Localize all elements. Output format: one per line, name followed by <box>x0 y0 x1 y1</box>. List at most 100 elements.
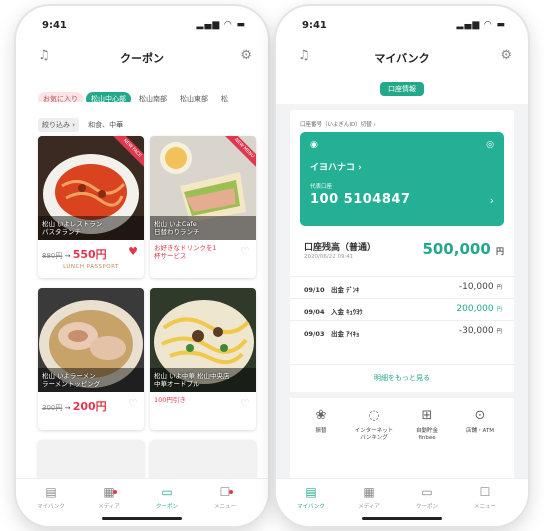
mybank-phone: 9:41 ▂▄▆ ◠ ▬ ♫ マイバンク ⚙ 口座情報 口座番号（いよぎんID）… <box>276 6 528 526</box>
transaction-row[interactable]: 09/10 出金 ﾃﾞﾝｷ -10,000 円 <box>290 276 514 298</box>
transaction-desc: 09/03 出金 ｱｲｷｮ <box>304 330 360 338</box>
coupon-card[interactable] <box>150 440 256 480</box>
atm-location-icon: ⊙ <box>474 408 486 423</box>
notification-dot <box>229 490 233 494</box>
page-title: マイバンク <box>374 52 430 65</box>
menu-icon: ☐ <box>219 485 231 499</box>
account-info-tab[interactable]: 口座情報 <box>380 82 424 96</box>
card-shop-name: 松山 いよCafe 日替わりランチ <box>154 220 200 236</box>
status-time: 9:41 <box>302 20 327 31</box>
tab-bar: ▤ マイバンク ▦ メディア ▭ クーポン ☐ メニュー <box>276 478 528 526</box>
coupon-card[interactable] <box>38 440 144 480</box>
heart-icon[interactable]: ♡ <box>240 397 250 410</box>
account-number: 100 5104847 <box>310 192 411 207</box>
transaction-row[interactable]: 09/04 入金 ｷｭｳﾖｳ 200,000 円 <box>290 298 514 320</box>
signal-icon: ▂▄▆ ◠ ▬ <box>456 20 506 30</box>
chevron-right-icon: › <box>489 194 494 207</box>
heart-icon[interactable]: ♡ <box>128 397 138 410</box>
tab-menu[interactable]: ☐ メニュー <box>460 485 510 510</box>
service-atm[interactable]: ⊙ 店舗・ATM <box>455 408 505 435</box>
tab-label: クーポン <box>415 504 438 510</box>
transaction-amount: -30,000 円 <box>458 326 502 336</box>
chip-matsuyama-south[interactable]: 松山南部 <box>134 92 172 102</box>
transaction-amount: 200,000 円 <box>456 304 502 314</box>
tab-label: マイバンク <box>297 504 325 510</box>
status-bar: 9:41 ▂▄▆ ◠ ▬ <box>302 20 506 34</box>
service-label: インターネット バンキング <box>354 428 394 441</box>
filter-value: 和食、中華 <box>88 121 124 129</box>
filter-label: 絞り込み <box>42 121 70 129</box>
account-panel: 口座番号（いよぎんID）切替 › ◉ ◎ イヨハナコ › 代表口座 100 51… <box>290 110 514 490</box>
filter-row: 絞り込み › 和食、中華 <box>38 112 123 132</box>
tab-label: クーポン <box>155 504 178 510</box>
internet-banking-icon: ◌ <box>368 408 380 423</box>
tab-label: メニュー <box>213 504 236 510</box>
chip-more[interactable]: 松 <box>216 92 233 102</box>
signal-icon: ▂▄▆ ◠ ▬ <box>196 20 246 30</box>
status-bar: 9:41 ▂▄▆ ◠ ▬ <box>42 20 246 34</box>
coupon-icon: ▭ <box>161 485 173 499</box>
transfer-icon: ❀ <box>315 408 327 423</box>
service-label: 店舗・ATM <box>466 428 494 434</box>
chip-matsuyama-east[interactable]: 松山東部 <box>175 92 213 102</box>
chip-matsuyama-central[interactable]: 松山中心部 <box>86 92 131 102</box>
account-holder-name: イヨハナコ › <box>310 163 362 173</box>
gear-icon[interactable]: ⚙ <box>500 48 512 63</box>
transaction-amount: -10,000 円 <box>458 282 502 292</box>
transaction-desc: 09/04 入金 ｷｭｳﾖｳ <box>304 308 363 316</box>
show-more-link[interactable]: 明細をもっと見る <box>290 364 514 383</box>
card-shop-name: 松山 いよ中華 松山中央店 中華オードブル <box>154 372 230 388</box>
menu-icon: ☐ <box>479 485 491 499</box>
bank-book-icon: ▤ <box>305 485 317 499</box>
card-promo: お好きなドリンクを1 杯サービス <box>154 244 217 260</box>
service-label: 振替 <box>315 428 327 434</box>
tab-mybank[interactable]: ▤ マイバンク <box>26 485 76 510</box>
tab-coupon[interactable]: ▭ クーポン <box>142 485 192 510</box>
service-internet-banking[interactable]: ◌ インターネット バンキング <box>349 408 399 442</box>
chevron-right-icon: › <box>72 121 76 129</box>
tab-bar: ▤ マイバンク ▦ メディア ▭ クーポン ☐ メニュー <box>16 478 268 526</box>
bank-account-card[interactable]: ◉ ◎ イヨハナコ › 代表口座 100 5104847 › <box>300 132 504 226</box>
heart-icon[interactable]: ♥ <box>128 245 138 258</box>
tab-label: メディア <box>98 504 120 510</box>
tab-label: メディア <box>358 504 380 510</box>
tab-media[interactable]: ▦ メディア <box>84 485 134 510</box>
tab-label: マイバンク <box>37 504 65 510</box>
bank-logo-icon: ◉ <box>310 140 318 150</box>
card-price: 300円 → 200円 <box>42 400 107 413</box>
coupon-card[interactable]: 松山 いよ中華 松山中央店 中華オードブル 100円引き ♡ <box>150 288 256 430</box>
card-price: 880円 → 550円 <box>42 248 107 261</box>
page-title: クーポン <box>120 52 164 65</box>
chip-favorites[interactable]: お気に入り <box>38 92 83 102</box>
tab-media[interactable]: ▦ メディア <box>344 485 394 510</box>
filter-button[interactable]: 絞り込み › <box>38 118 80 132</box>
coupon-card[interactable]: NEW FACE 松山 いよレストラン パスタランチ 880円 → 550円 ♥ … <box>38 136 144 278</box>
tab-coupon[interactable]: ▭ クーポン <box>402 485 452 510</box>
account-type: 代表口座 <box>310 184 333 190</box>
media-icon: ▦ <box>103 485 115 499</box>
home-indicator <box>362 517 442 520</box>
tab-menu[interactable]: ☐ メニュー <box>200 485 250 510</box>
balance-amount: 500,000 円 <box>422 240 504 258</box>
bank-book-icon: ▤ <box>45 485 57 499</box>
coupon-card[interactable]: NEW MENU 松山 いよCafe 日替わりランチ お好きなドリンクを1 杯サービ… <box>150 136 256 278</box>
services-row: ❀ 振替 ◌ インターネット バンキング ⊞ 自動貯金 finbee ⊙ 店舗・AT… <box>290 392 514 452</box>
service-finbee[interactable]: ⊞ 自動貯金 finbee <box>402 408 452 442</box>
tab-mybank[interactable]: ▤ マイバンク <box>286 485 336 510</box>
service-transfer[interactable]: ❀ 振替 <box>296 408 346 435</box>
status-time: 9:41 <box>42 20 67 31</box>
mybank-header: ♫ マイバンク ⚙ <box>276 44 528 68</box>
notification-dot <box>113 490 117 494</box>
coupon-card[interactable]: 松山 いよラーメン ラーメントッピング 300円 → 200円 ♡ <box>38 288 144 430</box>
card-promo: 100円引き <box>154 396 186 404</box>
transaction-row[interactable]: 09/03 出金 ｱｲｷｮ -30,000 円 <box>290 320 514 342</box>
service-label: 自動貯金 finbee <box>415 428 438 441</box>
coupon-icon: ▭ <box>421 485 433 499</box>
camera-icon[interactable]: ◎ <box>486 140 494 150</box>
heart-icon[interactable]: ♡ <box>240 245 250 258</box>
transaction-desc: 09/10 出金 ﾃﾞﾝｷ <box>304 286 360 294</box>
balance-date: 2020/06/22 09:41 <box>304 254 354 260</box>
card-shop-name: 松山 いよラーメン ラーメントッピング <box>42 372 101 388</box>
account-switch-link[interactable]: 口座番号（いよぎんID）切替 › <box>300 120 376 128</box>
gear-icon[interactable]: ⚙ <box>240 48 252 63</box>
